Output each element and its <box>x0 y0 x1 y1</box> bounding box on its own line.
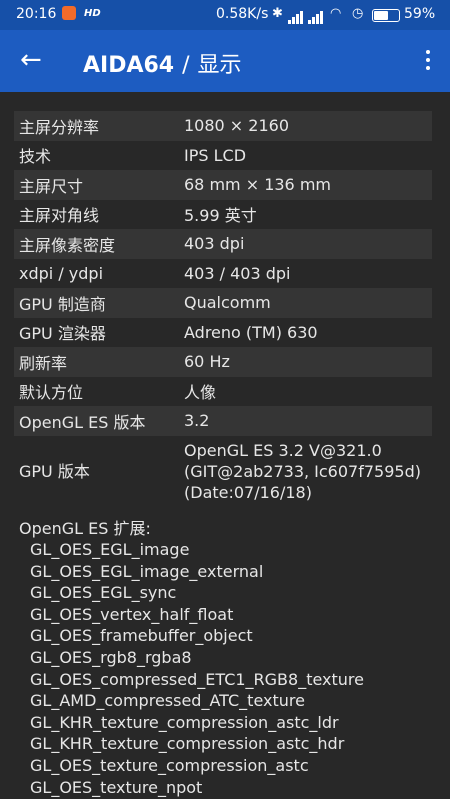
row-label: OpenGL ES 版本 <box>19 412 146 432</box>
list-item: GL_OES_texture_npot <box>30 777 203 797</box>
row-label: GPU 渲染器 <box>19 324 106 344</box>
status-time: 20:16 <box>16 6 57 22</box>
row-value: 60 Hz <box>184 352 230 372</box>
row-value: Qualcomm <box>184 293 271 313</box>
extensions-header: OpenGL ES 扩展: <box>19 519 151 538</box>
row-value: 3.2 <box>184 411 210 431</box>
list-item: GL_OES_EGL_image_external <box>30 561 264 581</box>
row-value: 人像 <box>184 383 217 403</box>
row-value: OpenGL ES 3.2 V@321.0 (GIT@2ab2733, Ic60… <box>179 440 432 503</box>
table-row: 主屏尺寸 68 mm × 136 mm <box>14 170 432 200</box>
table-row: GPU 版本 OpenGL ES 3.2 V@321.0 (GIT@2ab273… <box>14 436 432 508</box>
list-item: GL_KHR_texture_compression_astc_ldr <box>30 712 339 732</box>
row-label: 主屏对角线 <box>19 206 100 226</box>
row-label: 刷新率 <box>19 353 68 373</box>
extensions-list: GL_OES_EGL_image GL_OES_EGL_image_extern… <box>30 539 364 798</box>
section-name: 显示 <box>197 53 242 78</box>
battery-percent: 59% <box>404 6 436 22</box>
row-value: 68 mm × 136 mm <box>184 175 331 195</box>
arrow-left-icon[interactable]: ← <box>20 45 42 75</box>
table-row: GPU 渲染器 Adreno (TM) 630 <box>14 318 432 348</box>
row-label: 主屏尺寸 <box>19 176 84 196</box>
table-row: 刷新率 60 Hz <box>14 347 432 377</box>
row-value: 1080 × 2160 <box>184 116 290 136</box>
app-bar: ← AIDA64 / 显示 <box>0 30 450 92</box>
bluetooth-icon: ✱ <box>272 6 283 21</box>
list-item: GL_OES_framebuffer_object <box>30 626 253 646</box>
row-value: Adreno (TM) 630 <box>184 322 318 342</box>
list-item: GL_OES_rgb8_rgba8 <box>30 647 192 667</box>
signal-icon <box>288 8 304 24</box>
page-title: AIDA64 / 显示 <box>83 47 242 79</box>
row-value: 5.99 英寸 <box>184 206 257 226</box>
display-info-table: 主屏分辨率 1080 × 2160 技术 IPS LCD 主屏尺寸 68 mm × 1… <box>14 111 432 508</box>
table-row: 主屏分辨率 1080 × 2160 <box>14 111 432 141</box>
wifi-icon: ◠ <box>330 6 342 21</box>
battery-icon <box>372 9 400 22</box>
list-item: GL_OES_compressed_ETC1_RGB8_texture <box>30 669 364 689</box>
list-item: GL_KHR_texture_compression_astc_hdr <box>30 734 345 754</box>
row-label: xdpi / ydpi <box>19 263 104 283</box>
table-row: GPU 制造商 Qualcomm <box>14 288 432 318</box>
list-item: GL_OES_vertex_half_float <box>30 604 234 624</box>
title-separator: / <box>182 53 190 78</box>
alarm-icon: ◷ <box>352 6 364 21</box>
signal-secondary-icon <box>308 8 324 24</box>
table-row: 主屏对角线 5.99 英寸 <box>14 200 432 230</box>
gpu-version-line: (Date:07/16/18) <box>184 483 312 502</box>
list-item: GL_OES_EGL_image <box>30 540 190 559</box>
app-notification-icon <box>62 6 76 20</box>
list-item: GL_AMD_compressed_ATC_texture <box>30 691 305 711</box>
row-value: IPS LCD <box>184 145 247 165</box>
more-vert-icon[interactable] <box>426 50 430 74</box>
row-label: GPU 制造商 <box>19 294 106 314</box>
status-bar: 20:16 HD 0.58K/s ✱ ◠ ◷ 59% <box>0 0 450 30</box>
table-row: 技术 IPS LCD <box>14 141 432 171</box>
row-value: 403 / 403 dpi <box>184 263 291 283</box>
row-label: GPU 版本 <box>19 462 90 481</box>
list-item: GL_OES_EGL_sync <box>30 583 177 603</box>
row-value: 403 dpi <box>184 234 245 254</box>
app-name: AIDA64 <box>83 53 175 78</box>
row-label: 主屏像素密度 <box>19 235 116 255</box>
table-row: 主屏像素密度 403 dpi <box>14 229 432 259</box>
network-speed: 0.58K/s <box>216 6 269 22</box>
table-row: xdpi / ydpi 403 / 403 dpi <box>14 259 432 289</box>
row-label: 主屏分辨率 <box>19 117 100 137</box>
table-row: OpenGL ES 版本 3.2 <box>14 406 432 436</box>
table-row: 默认方位 人像 <box>14 377 432 407</box>
gpu-version-line: (GIT@2ab2733, Ic607f7595d) <box>184 462 421 481</box>
hd-indicator: HD <box>84 8 101 19</box>
row-label: 技术 <box>19 147 52 167</box>
list-item: GL_OES_texture_compression_astc <box>30 755 309 775</box>
gpu-version-line: OpenGL ES 3.2 V@321.0 <box>184 441 382 460</box>
row-label: 默认方位 <box>19 383 84 403</box>
